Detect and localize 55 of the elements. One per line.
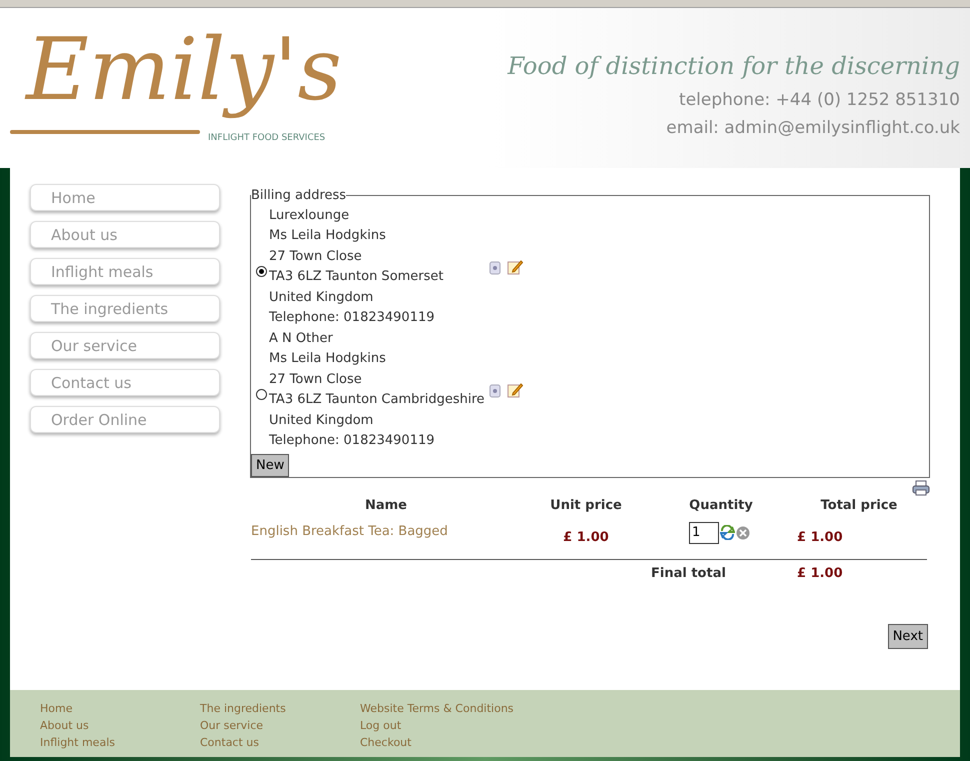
nav-button[interactable]: Contact us (30, 369, 220, 396)
column-header: Total price (820, 497, 898, 515)
slogan: Food of distinction for the discerning (508, 51, 960, 82)
address-line: Telephone: 01823490119 (269, 432, 436, 450)
footer-link[interactable]: About us (40, 717, 200, 734)
new-button[interactable]: New (251, 454, 290, 477)
total-price: £ 1.00 (796, 528, 844, 546)
unit-price: £ 1.00 (562, 528, 610, 546)
footer-link[interactable]: The ingredients (200, 700, 360, 717)
column-header: Name (364, 497, 408, 515)
address-line: United Kingdom (269, 412, 374, 430)
radio-button[interactable] (256, 266, 267, 276)
column-header: Quantity (688, 497, 754, 515)
final-total-label: Final total (651, 565, 727, 583)
nav-button[interactable]: About us (30, 221, 220, 248)
footer-link[interactable]: Log out (360, 717, 520, 734)
trash-icon[interactable] (489, 382, 501, 398)
email-text: email: admin@emilysinflight.co.uk (666, 116, 960, 140)
nav-button[interactable]: The ingredients (30, 295, 220, 322)
edit-icon[interactable] (507, 259, 523, 275)
address-line: Ms Leila Hodgkins (269, 350, 387, 368)
address-line: Ms Leila Hodgkins (269, 227, 387, 245)
nav-button[interactable]: Order Online (30, 406, 220, 433)
address-line: TA3 6LZ Taunton Cambridgeshire (269, 391, 486, 409)
trash-icon[interactable] (489, 260, 501, 274)
address-line: TA3 6LZ Taunton Somerset (269, 268, 445, 286)
column-header: Unit price (549, 497, 623, 515)
next-button[interactable]: Next (888, 624, 928, 649)
telephone-text: telephone: +44 (0) 1252 851310 (679, 89, 960, 112)
printer-icon[interactable] (912, 480, 930, 496)
logo-text: Emily's (24, 22, 343, 118)
nav-button[interactable]: Our service (30, 332, 220, 359)
remove-icon[interactable] (736, 526, 750, 540)
logo-tagline: INFLIGHT FOOD SERVICES (208, 132, 326, 145)
radio-button[interactable] (256, 388, 267, 400)
final-total-value: £ 1.00 (796, 565, 844, 583)
address-line: United Kingdom (269, 288, 374, 306)
address-line: 27 Town Close (269, 248, 363, 266)
edit-icon[interactable] (507, 382, 523, 398)
product-link[interactable]: English Breakfast Tea: Bagged (251, 522, 521, 541)
refresh-icon[interactable] (720, 525, 735, 540)
footer-link[interactable]: Home (40, 700, 200, 717)
footer-link[interactable]: Checkout (360, 734, 520, 751)
nav-button[interactable]: Home (30, 184, 220, 211)
footer-link[interactable]: Our service (200, 717, 360, 734)
address-line: 27 Town Close (269, 370, 363, 388)
fieldset-legend: Billing address (251, 186, 346, 206)
address-line: Telephone: 01823490119 (269, 309, 436, 327)
nav-button[interactable]: Inflight meals (30, 258, 220, 285)
address-line: Lurexlounge (269, 206, 350, 224)
footer-link[interactable]: Inflight meals (40, 734, 200, 751)
quantity-field[interactable]: 1 (689, 522, 719, 544)
footer-link[interactable]: Contact us (200, 734, 360, 751)
address-line: A N Other (269, 330, 334, 348)
footer-link[interactable]: Website Terms & Conditions (360, 700, 520, 717)
